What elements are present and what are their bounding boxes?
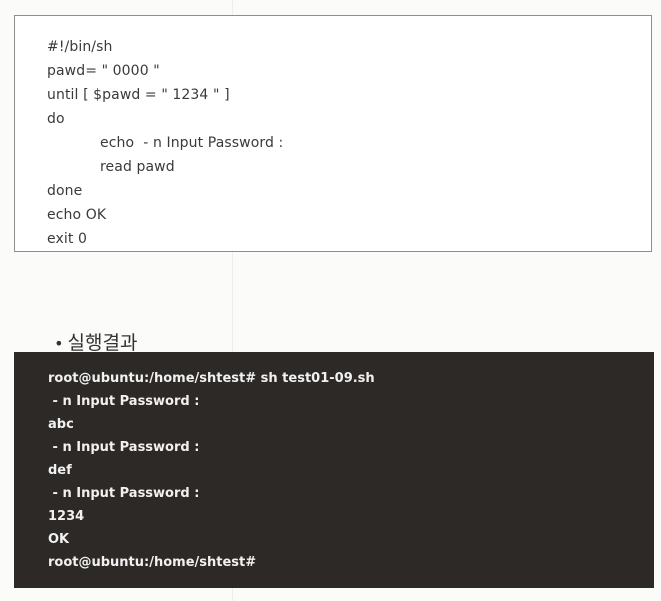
script-line-echo-ok: echo OK <box>47 207 107 223</box>
result-heading-text: 실행결과 <box>67 332 138 354</box>
terminal-line-final-prompt: root@ubuntu:/home/shtest# <box>48 555 257 570</box>
terminal-line-input-2: def <box>48 463 72 478</box>
script-line-echo-prompt: echo - n Input Password : <box>100 135 284 151</box>
result-heading: • 실행결과 <box>42 306 137 355</box>
terminal-line-command: root@ubuntu:/home/shtest# sh test01-09.s… <box>48 371 375 386</box>
script-line-pawd-init: pawd= " 0000 " <box>47 63 160 79</box>
script-line-done: done <box>47 183 83 199</box>
terminal-line-prompt-3: - n Input Password : <box>48 486 200 501</box>
terminal-line-prompt-2: - n Input Password : <box>48 440 200 455</box>
terminal-output: root@ubuntu:/home/shtest# sh test01-09.s… <box>14 352 654 588</box>
terminal-line-input-3: 1234 <box>48 509 85 524</box>
script-line-until: until [ $pawd = " 1234 " ] <box>47 87 230 103</box>
script-line-do: do <box>47 111 65 127</box>
script-line-exit: exit 0 <box>47 231 87 247</box>
script-line-read: read pawd <box>100 159 175 175</box>
terminal-line-input-1: abc <box>48 417 74 432</box>
terminal-line-ok: OK <box>48 532 70 547</box>
terminal-line-prompt-1: - n Input Password : <box>48 394 200 409</box>
script-line-shebang: #!/bin/sh <box>47 39 113 55</box>
bullet-icon: • <box>54 334 64 353</box>
script-code-box: #!/bin/sh pawd= " 0000 " until [ $pawd =… <box>14 15 652 252</box>
